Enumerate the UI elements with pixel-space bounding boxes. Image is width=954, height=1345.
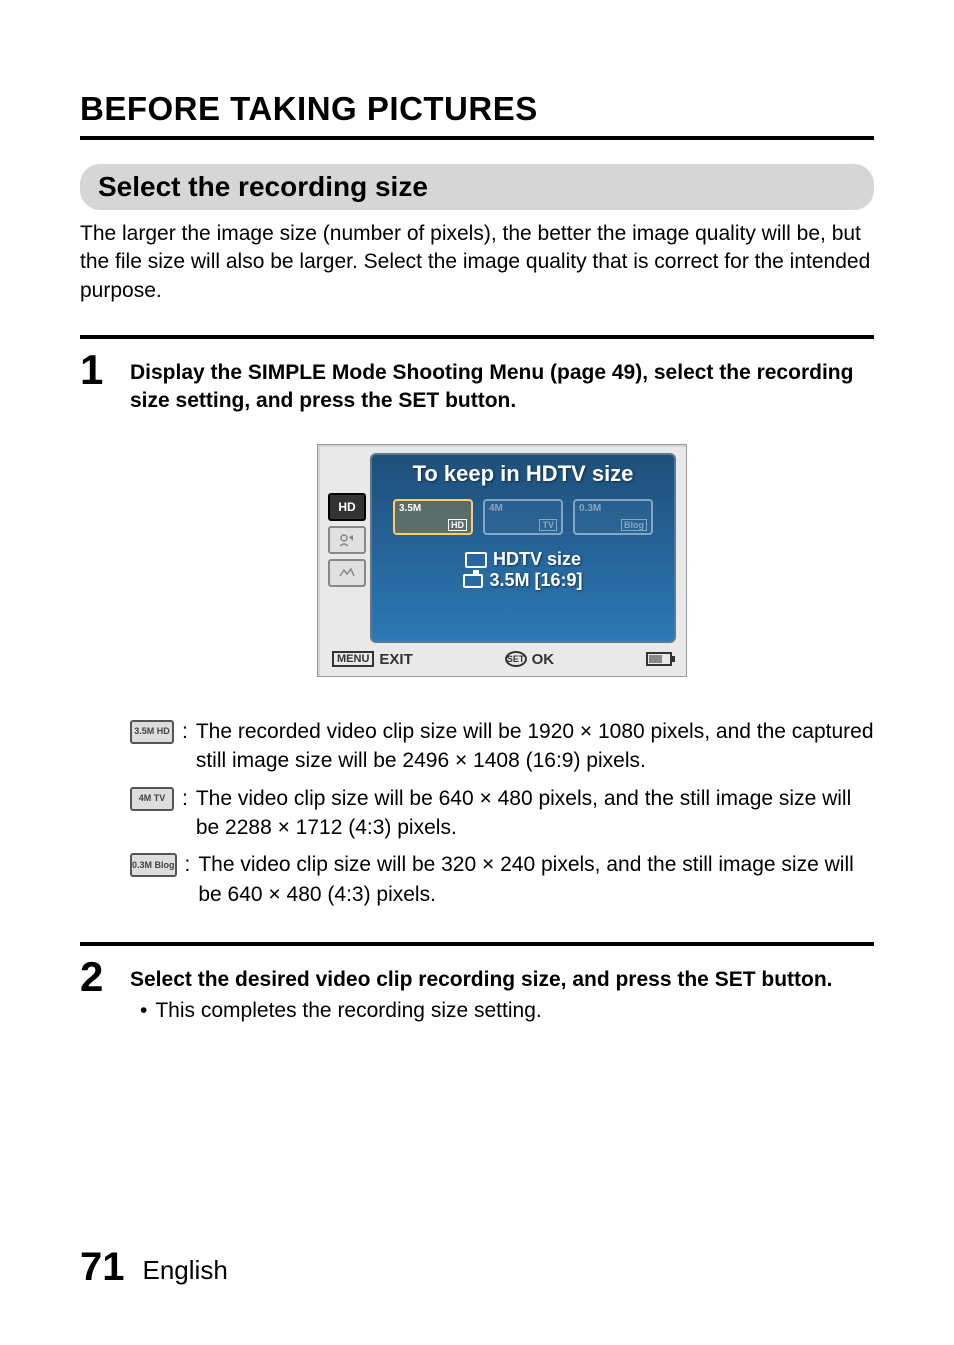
colon: : <box>185 850 191 909</box>
size-option-blog-top: 0.3M <box>579 503 601 514</box>
size-icon-list: 3.5M HD : The recorded video clip size w… <box>130 717 874 909</box>
page-number: 71 <box>80 1245 125 1290</box>
tab-portrait-icon <box>328 526 366 554</box>
exit-label: EXIT <box>379 651 412 668</box>
list-item: 0.3M Blog : The video clip size will be … <box>130 850 874 909</box>
lcd-size-description: HDTV size 3.5M [16:9] <box>380 549 666 592</box>
page-language: English <box>143 1255 228 1290</box>
lcd-title: To keep in HDTV size <box>380 461 666 487</box>
step-2-bullet: • This completes the recording size sett… <box>130 997 874 1025</box>
lcd-tabs: HD <box>328 453 366 643</box>
size-option-hd-top: 3.5M <box>399 503 421 514</box>
list-item-text: The video clip size will be 320 × 240 pi… <box>198 850 874 909</box>
size-option-tv-bot: TV <box>539 519 557 531</box>
intro-paragraph: The larger the image size (number of pix… <box>80 220 874 305</box>
lcd-screenshot: HD To keep in HDTV size <box>130 444 874 677</box>
video-icon <box>465 552 487 568</box>
set-button-label: SET <box>505 651 527 667</box>
list-item-text: The video clip size will be 640 × 480 pi… <box>196 784 874 843</box>
camera-icon <box>463 574 483 588</box>
step-2-number: 2 <box>80 956 110 998</box>
size-option-blog: 0.3M Blog <box>573 499 653 535</box>
step-2-bullet-text: This completes the recording size settin… <box>155 997 541 1025</box>
blog-icon: 0.3M Blog <box>130 853 177 877</box>
size-option-hd: 3.5M HD <box>393 499 473 535</box>
ok-label: OK <box>532 651 555 668</box>
step-1-text: Display the SIMPLE Mode Shooting Menu (p… <box>130 359 874 416</box>
lcd-size-options: 3.5M HD 4M TV 0.3M Blog <box>380 499 666 535</box>
bullet-dot: • <box>130 997 147 1025</box>
list-item: 4M TV : The video clip size will be 640 … <box>130 784 874 843</box>
step-2-text: Select the desired video clip recording … <box>130 966 874 994</box>
page-footer: 71 English <box>80 1245 228 1290</box>
list-item-text: The recorded video clip size will be 192… <box>196 717 874 776</box>
tab-hd: HD <box>328 493 366 521</box>
size-option-tv: 4M TV <box>483 499 563 535</box>
tab-scene-icon <box>328 559 366 587</box>
colon: : <box>182 717 188 776</box>
list-item: 3.5M HD : The recorded video clip size w… <box>130 717 874 776</box>
battery-icon <box>646 652 672 666</box>
lcd-desc-line1: HDTV size <box>493 549 581 571</box>
page-heading: BEFORE TAKING PICTURES <box>80 90 874 140</box>
menu-button-label: MENU <box>332 651 374 667</box>
size-option-tv-top: 4M <box>489 503 503 514</box>
lcd-bottom-bar: MENU EXIT SET OK <box>328 651 676 668</box>
step-1-block: 1 Display the SIMPLE Mode Shooting Menu … <box>80 335 874 917</box>
colon: : <box>182 784 188 843</box>
section-subheading: Select the recording size <box>80 164 874 210</box>
size-option-blog-bot: Blog <box>621 519 647 531</box>
step-1-number: 1 <box>80 349 110 391</box>
hd-icon: 3.5M HD <box>130 720 174 744</box>
step-2-block: 2 Select the desired video clip recordin… <box>80 942 874 1026</box>
size-option-hd-bot: HD <box>448 519 467 531</box>
lcd-desc-line2: 3.5M [16:9] <box>489 570 582 592</box>
tv-icon: 4M TV <box>130 787 174 811</box>
